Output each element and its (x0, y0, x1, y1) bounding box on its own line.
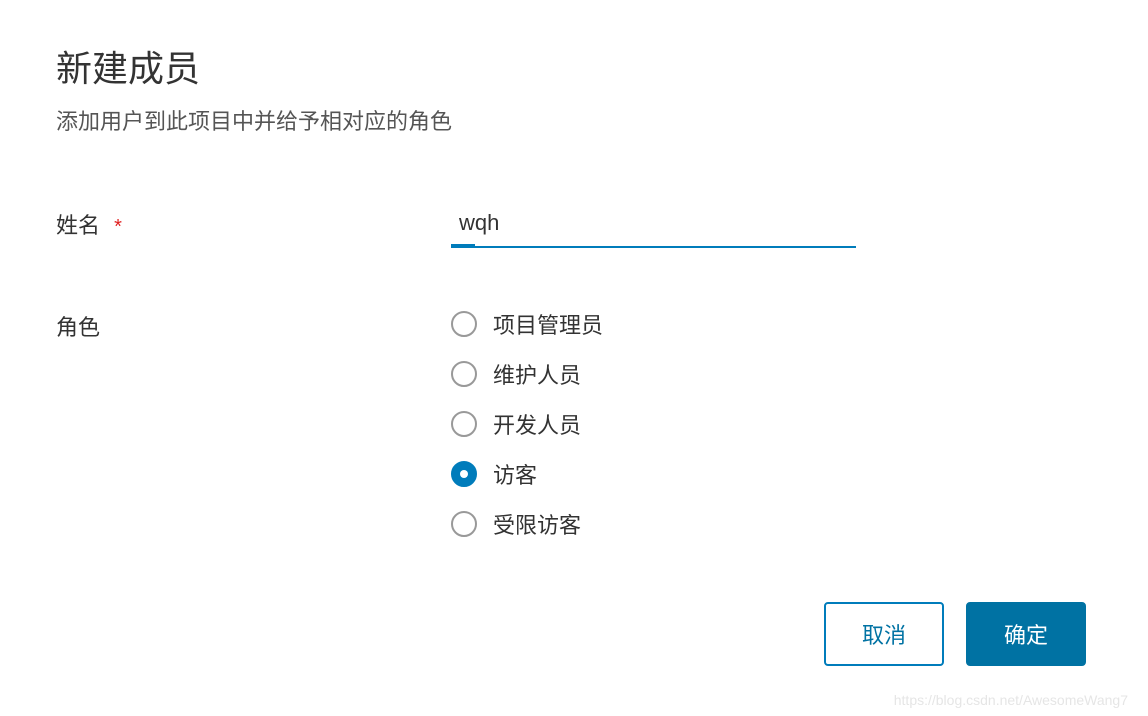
name-label-text: 姓名 (56, 213, 100, 238)
button-row: 取消 确定 (824, 602, 1086, 666)
radio-circle-icon (451, 461, 477, 487)
role-label-text: 角色 (56, 315, 100, 340)
confirm-button[interactable]: 确定 (966, 602, 1086, 666)
role-label: 角色 (56, 308, 451, 342)
watermark: https://blog.csdn.net/AwesomeWang7 (894, 692, 1128, 708)
radio-circle-icon (451, 311, 477, 337)
radio-label: 维护人员 (493, 358, 581, 390)
radio-circle-icon (451, 411, 477, 437)
radio-item-guest[interactable]: 访客 (451, 458, 1092, 490)
radio-item-developer[interactable]: 开发人员 (451, 408, 1092, 440)
radio-label: 项目管理员 (493, 308, 603, 340)
required-mark: * (114, 216, 122, 238)
radio-circle-icon (451, 511, 477, 537)
cancel-button[interactable]: 取消 (824, 602, 944, 666)
radio-item-maintainer[interactable]: 维护人员 (451, 358, 1092, 390)
radio-item-project-admin[interactable]: 项目管理员 (451, 308, 1092, 340)
name-label: 姓名 * (56, 206, 451, 240)
name-input-wrapper (451, 206, 856, 248)
form-row-name: 姓名 * (56, 206, 1092, 248)
radio-label: 受限访客 (493, 508, 581, 540)
radio-circle-icon (451, 361, 477, 387)
radio-item-restricted-guest[interactable]: 受限访客 (451, 508, 1092, 540)
dialog-subtitle: 添加用户到此项目中并给予相对应的角色 (56, 104, 1092, 136)
name-input[interactable] (451, 206, 856, 246)
form-row-role: 角色 项目管理员 维护人员 开发人员 访客 受限访客 (56, 308, 1092, 540)
role-radio-group: 项目管理员 维护人员 开发人员 访客 受限访客 (451, 308, 1092, 540)
radio-label: 访客 (493, 458, 537, 490)
dialog-title: 新建成员 (56, 40, 1092, 92)
radio-label: 开发人员 (493, 408, 581, 440)
